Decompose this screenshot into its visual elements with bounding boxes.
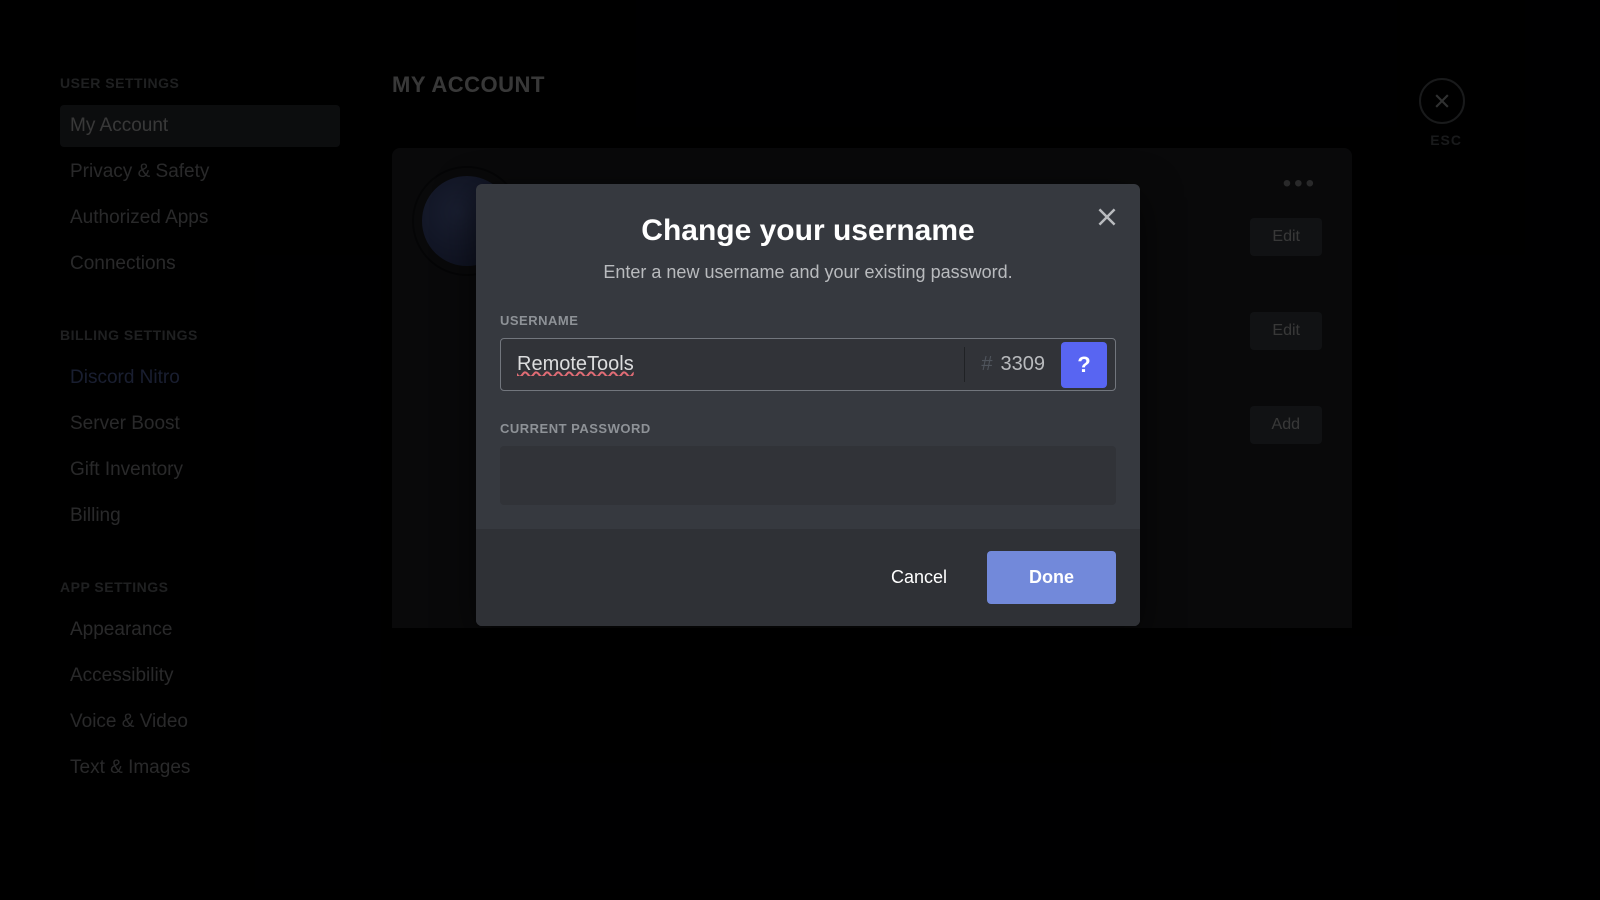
current-password-input[interactable] — [500, 446, 1116, 505]
modal-footer: Cancel Done — [476, 529, 1140, 626]
modal-close-button[interactable] — [1094, 204, 1120, 235]
discriminator: # 3309 — [965, 339, 1061, 390]
discriminator-value: 3309 — [1001, 353, 1046, 376]
modal-subtitle: Enter a new username and your existing p… — [500, 262, 1116, 283]
username-label: Username — [500, 313, 1116, 328]
username-input[interactable] — [501, 339, 964, 390]
cancel-button[interactable]: Cancel — [871, 553, 967, 602]
close-icon — [1094, 204, 1120, 230]
change-username-modal: Change your username Enter a new usernam… — [476, 184, 1140, 626]
password-label: Current Password — [500, 421, 1116, 436]
done-button[interactable]: Done — [987, 551, 1116, 604]
username-field-wrap: # 3309 ? — [500, 338, 1116, 391]
hash-symbol: # — [981, 353, 992, 376]
help-button[interactable]: ? — [1061, 342, 1107, 388]
modal-title: Change your username — [500, 214, 1116, 248]
